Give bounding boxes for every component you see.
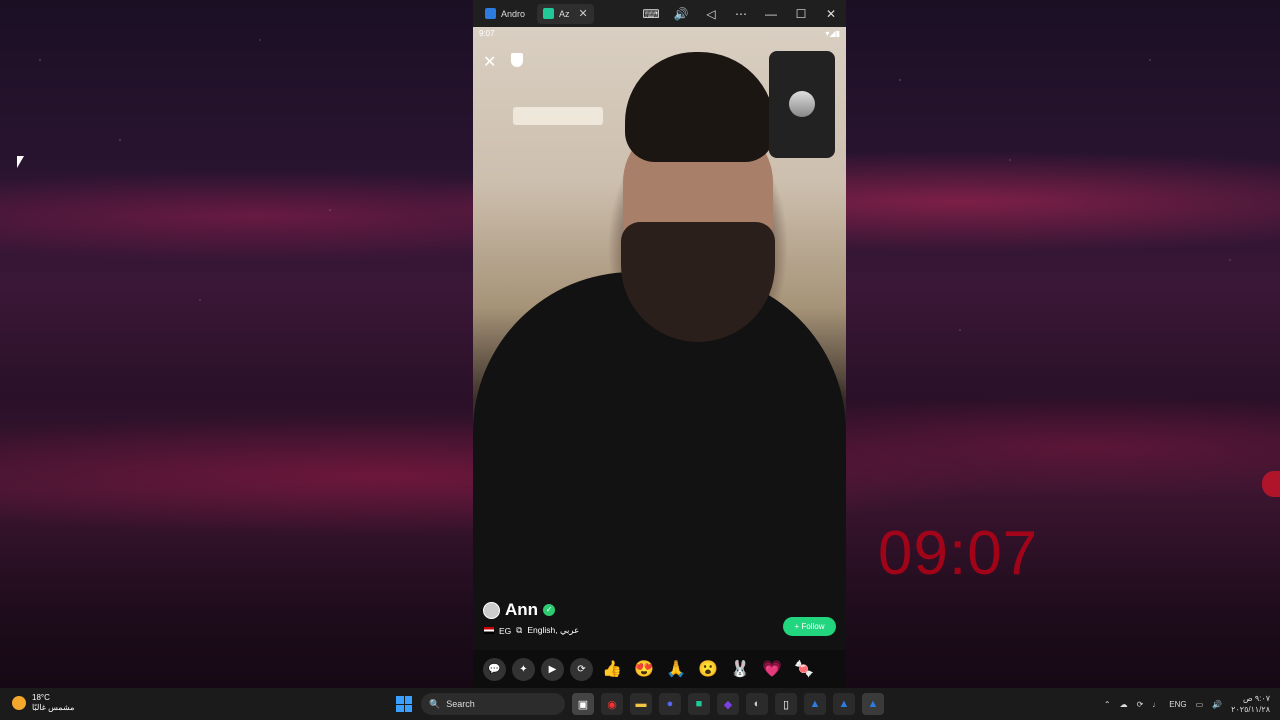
search-icon: 🔍 xyxy=(429,698,441,709)
tab-active-app[interactable]: Az ✕ xyxy=(537,3,594,24)
self-avatar xyxy=(789,91,815,117)
mouse-cursor xyxy=(17,156,24,168)
weather-text: 18°C مشمس غالبًا xyxy=(32,693,74,713)
tab-label: Az xyxy=(559,8,570,19)
minimize-icon[interactable]: — xyxy=(756,0,786,27)
close-icon[interactable]: ✕ xyxy=(816,0,846,27)
windows-taskbar: 18°C مشمس غالبًا 🔍 Search ▣ ◉ ▬ ● ■ ◆ ◐ … xyxy=(0,688,1280,720)
keyboard-icon[interactable]: ⌨ xyxy=(636,0,666,27)
camera-icon[interactable]: ▶ xyxy=(541,657,564,681)
chat-icon[interactable]: 💬 xyxy=(483,657,506,681)
cloud-icon[interactable]: ☁ xyxy=(1120,700,1128,709)
user-meta: EG ⧉ English, عربي xyxy=(484,625,579,636)
background-light xyxy=(513,107,603,125)
start-button[interactable] xyxy=(396,696,412,712)
system-tray: ⌃ ☁ ⟳ ♩ ENG ▭ 🔊 ٩:٠٧ ص ٢٠٢٥/١١/٢٨ xyxy=(1104,688,1270,720)
maximize-icon[interactable]: ☐ xyxy=(786,0,816,27)
call-action-bar: 💬 ✦ ▶ ⟳ 👍 😍 🙏 😮 🐰 💗 🍬 xyxy=(473,650,846,688)
emulator-icon[interactable]: ▲ xyxy=(804,693,826,715)
close-icon[interactable]: ✕ xyxy=(483,52,496,72)
translate-icon: ⧉ xyxy=(516,625,523,635)
follow-button[interactable]: + Follow xyxy=(783,617,836,636)
status-time: 9:07 xyxy=(479,29,495,38)
gift-thumbs-up-icon[interactable]: 👍 xyxy=(599,659,625,679)
user-info[interactable]: Ann ✓ xyxy=(483,600,556,620)
status-bar: 9:07 ▾◢▮ xyxy=(473,27,846,41)
tab-label: Andro xyxy=(501,8,526,19)
tab-close-icon[interactable]: ✕ xyxy=(579,7,588,20)
tray-date: ٢٠٢٥/١١/٢٨ xyxy=(1231,705,1270,714)
magic-wand-icon[interactable]: ✦ xyxy=(512,657,535,681)
sync-icon[interactable]: ⟳ xyxy=(1137,700,1144,709)
floating-widget-button[interactable] xyxy=(1262,471,1280,497)
self-preview-window[interactable] xyxy=(769,51,835,158)
app-circle-icon[interactable]: ◐ xyxy=(746,693,768,715)
emulator-titlebar: Andro Az ✕ ⌨ 🔊 ◁ ⋯ — ☐ ✕ xyxy=(473,0,846,27)
app-icon xyxy=(485,8,496,19)
emulator-icon-2[interactable]: ▲ xyxy=(833,693,855,715)
weather-temp: 18°C xyxy=(32,693,50,702)
taskbar-search[interactable]: 🔍 Search xyxy=(421,693,565,715)
file-explorer-icon[interactable]: ▬ xyxy=(630,693,652,715)
gift-bunny-icon[interactable]: 🐰 xyxy=(727,659,753,679)
task-view-icon[interactable]: ▣ xyxy=(572,693,594,715)
phone-screen: 9:07 ▾◢▮ ✕ Ann ✓ EG ⧉ English, عربي + Fo… xyxy=(473,27,846,650)
search-label: Search xyxy=(446,699,475,709)
status-icons: ▾◢▮ xyxy=(825,29,840,38)
taskbar-apps: ▣ ◉ ▬ ● ■ ◆ ◐ ▯ ▲ ▲ ▲ xyxy=(572,693,884,715)
switch-icon[interactable]: ⟳ xyxy=(570,657,593,681)
user-languages: English, عربي xyxy=(527,625,580,635)
emulator-icon-active[interactable]: ▲ xyxy=(862,693,884,715)
sun-icon xyxy=(12,696,26,710)
chrome-icon[interactable]: ◉ xyxy=(601,693,623,715)
volume-icon[interactable]: 🔊 xyxy=(1212,700,1222,709)
document-icon[interactable]: ▯ xyxy=(775,693,797,715)
volume-icon[interactable]: 🔊 xyxy=(666,0,696,27)
flag-icon xyxy=(484,627,494,634)
weather-desc: مشمس غالبًا xyxy=(32,703,75,712)
clock-datetime[interactable]: ٩:٠٧ ص ٢٠٢٥/١١/٢٨ xyxy=(1231,693,1270,715)
video-person-hair xyxy=(625,52,775,162)
gift-candy-icon[interactable]: 🍬 xyxy=(791,659,817,679)
more-icon[interactable]: ⋯ xyxy=(726,0,756,27)
windows-logo-icon xyxy=(396,696,404,704)
desktop-clock: 09:07 xyxy=(878,519,1039,588)
user-country: EG xyxy=(499,625,512,636)
gift-heart-icon[interactable]: 💗 xyxy=(759,659,785,679)
app-purple-icon[interactable]: ◆ xyxy=(717,693,739,715)
window-controls: ⌨ 🔊 ◁ ⋯ — ☐ ✕ xyxy=(636,0,846,27)
shield-icon[interactable] xyxy=(511,53,523,67)
discord-icon[interactable]: ● xyxy=(659,693,681,715)
app-green-icon[interactable]: ■ xyxy=(688,693,710,715)
avatar xyxy=(483,601,500,619)
network-icon[interactable]: ▭ xyxy=(1196,700,1204,709)
gift-heart-eyes-icon[interactable]: 😍 xyxy=(631,659,657,679)
verified-icon: ✓ xyxy=(543,604,556,616)
weather-widget[interactable]: 18°C مشمس غالبًا xyxy=(12,693,74,713)
gift-wow-icon[interactable]: 😮 xyxy=(695,659,721,679)
chevron-up-icon[interactable]: ⌃ xyxy=(1104,700,1111,709)
gift-pray-icon[interactable]: 🙏 xyxy=(663,659,689,679)
user-name: Ann xyxy=(505,600,539,619)
language-indicator[interactable]: ENG xyxy=(1169,700,1186,709)
emulator-window: Andro Az ✕ ⌨ 🔊 ◁ ⋯ — ☐ ✕ 9:07 ▾◢▮ ✕ Ann … xyxy=(473,0,846,688)
tray-time: ٩:٠٧ ص xyxy=(1242,694,1270,703)
mic-icon[interactable]: ♩ xyxy=(1152,700,1160,709)
app-icon xyxy=(543,8,555,19)
tab-android[interactable]: Andro xyxy=(479,4,531,24)
back-icon[interactable]: ◁ xyxy=(696,0,726,27)
